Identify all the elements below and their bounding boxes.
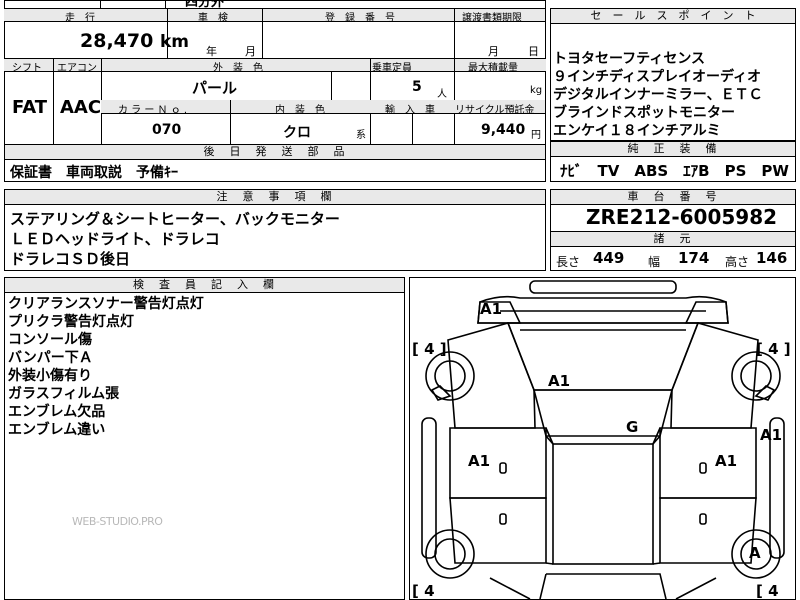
mark-hood: A1 xyxy=(548,372,571,390)
interior-color-suffix: 系 xyxy=(356,130,366,141)
specs-height-label: 高さ xyxy=(725,255,750,269)
registration-label: 登 録 番 号 xyxy=(325,13,395,24)
interior-color-label: 内 装 色 xyxy=(275,105,325,116)
specs-width-label: 幅 xyxy=(648,255,661,269)
specs-height: 146 xyxy=(756,249,788,267)
mark-right-side: A1 xyxy=(760,426,783,444)
inspection-month: 月 xyxy=(245,45,256,58)
car-diagram-box: A1 A1 G A1 A1 A1 A [ 4 ] [ 4 ] [ 4 [ 4 xyxy=(409,277,796,600)
shift-value: FAT xyxy=(12,97,48,118)
tire-rl: [ 4 xyxy=(412,582,435,600)
specs-length-label: 長さ xyxy=(556,255,581,269)
exterior-color-value: パール xyxy=(192,79,238,97)
notes-line-2: ＬＥＤヘッドライト、ドラレコ xyxy=(10,230,220,248)
capacity-value: 5 xyxy=(412,79,422,95)
delivery-parts-value: 保証書 車両取説 予備ｷｰ xyxy=(10,165,178,181)
inspector-line-5: 外装小傷有り xyxy=(8,368,92,384)
tire-fr: [ 4 ] xyxy=(756,340,791,358)
inspector-label: 検 査 員 記 入 欄 xyxy=(5,278,404,293)
tire-rr: [ 4 xyxy=(756,582,779,600)
inspection-label: 車 検 xyxy=(198,13,228,24)
transfer-deadline-label: 譲渡書類期限 xyxy=(462,13,522,24)
recycle-unit: 円 xyxy=(531,130,541,141)
notes-label: 注 意 事 項 欄 xyxy=(5,190,545,205)
recycle-label: リサイクル預託金 xyxy=(455,105,535,116)
sales-point-2: ９インチディスプレイオーディオ xyxy=(553,69,762,85)
transfer-day: 日 xyxy=(528,45,539,58)
exterior-color-label: 外 装 色 xyxy=(213,63,263,74)
inspector-line-8: エンブレム違い xyxy=(8,422,106,438)
sales-point-5: エンケイ１８インチアルミ xyxy=(553,123,721,139)
notes-line-3: ドラレコＳＤ後日 xyxy=(10,250,131,268)
sales-point-3: デジタルインナーミラー、ＥＴＣ xyxy=(553,87,763,103)
delivery-parts-label: 後 日 発 送 部 品 xyxy=(5,145,545,160)
max-load-unit: kg xyxy=(530,85,543,96)
color-no-value: 070 xyxy=(152,122,182,138)
watermark: WEB-STUDIO.PRO xyxy=(72,515,163,528)
specs-length: 449 xyxy=(593,249,625,267)
inspector-line-3: コンソール傷 xyxy=(8,332,92,348)
capacity-label: 乗車定員 xyxy=(372,63,412,74)
tire-fl: [ 4 ] xyxy=(412,340,447,358)
chassis-label: 車 台 番 号 xyxy=(551,190,795,205)
mileage-value: 28,470 km xyxy=(80,30,189,52)
sales-points-label: セ ー ル ス ポ イ ン ト xyxy=(551,9,795,24)
inspector-line-1: クリアランスソナー警告灯点灯 xyxy=(8,296,204,312)
aircon-value: AAC xyxy=(60,97,102,118)
specs-label: 諸 元 xyxy=(551,231,795,247)
import-label: 輸 入 車 xyxy=(385,105,435,116)
chassis-value: ZRE212-6005982 xyxy=(586,205,778,229)
aircon-label: エアコン xyxy=(57,63,97,74)
mileage-label: 走 行 xyxy=(65,13,95,24)
inspection-year: 年 xyxy=(206,45,217,58)
mark-front: A1 xyxy=(480,300,503,318)
inspector-line-7: エンブレム欠品 xyxy=(8,404,106,420)
capacity-unit: 人 xyxy=(437,89,447,100)
color-no-label: カ ラ ー Ｎ ｏ . xyxy=(118,105,188,116)
notes-line-1: ステアリング＆シートヒーター、バックモニター xyxy=(10,210,340,228)
specs-width: 174 xyxy=(678,249,710,267)
mark-left-door: A1 xyxy=(468,452,491,470)
recycle-value: 9,440 xyxy=(481,122,526,138)
sales-point-4: ブラインドスポットモニター xyxy=(553,105,735,121)
factory-equipment-value: ﾅﾋﾞ TV ABS ｴｱB PS PW xyxy=(560,162,789,180)
mark-right-door: A1 xyxy=(715,452,738,470)
inspector-line-4: バンパー下Ａ xyxy=(8,350,93,366)
inspector-line-6: ガラスフィルム張 xyxy=(8,386,120,402)
mark-rear-right-wheel: A xyxy=(749,544,761,562)
mark-roof: G xyxy=(626,418,639,436)
shift-label: シフト xyxy=(12,63,42,74)
factory-equipment-label: 純 正 装 備 xyxy=(551,142,795,157)
interior-color-value: クロ xyxy=(283,125,311,141)
max-load-label: 最大積載量 xyxy=(468,63,518,74)
car-diagram xyxy=(421,280,785,599)
inspector-line-2: プリクラ警告灯点灯 xyxy=(8,314,134,330)
transfer-month: 月 xyxy=(488,45,499,58)
sales-point-1: トヨタセーフティセンス xyxy=(553,51,706,67)
